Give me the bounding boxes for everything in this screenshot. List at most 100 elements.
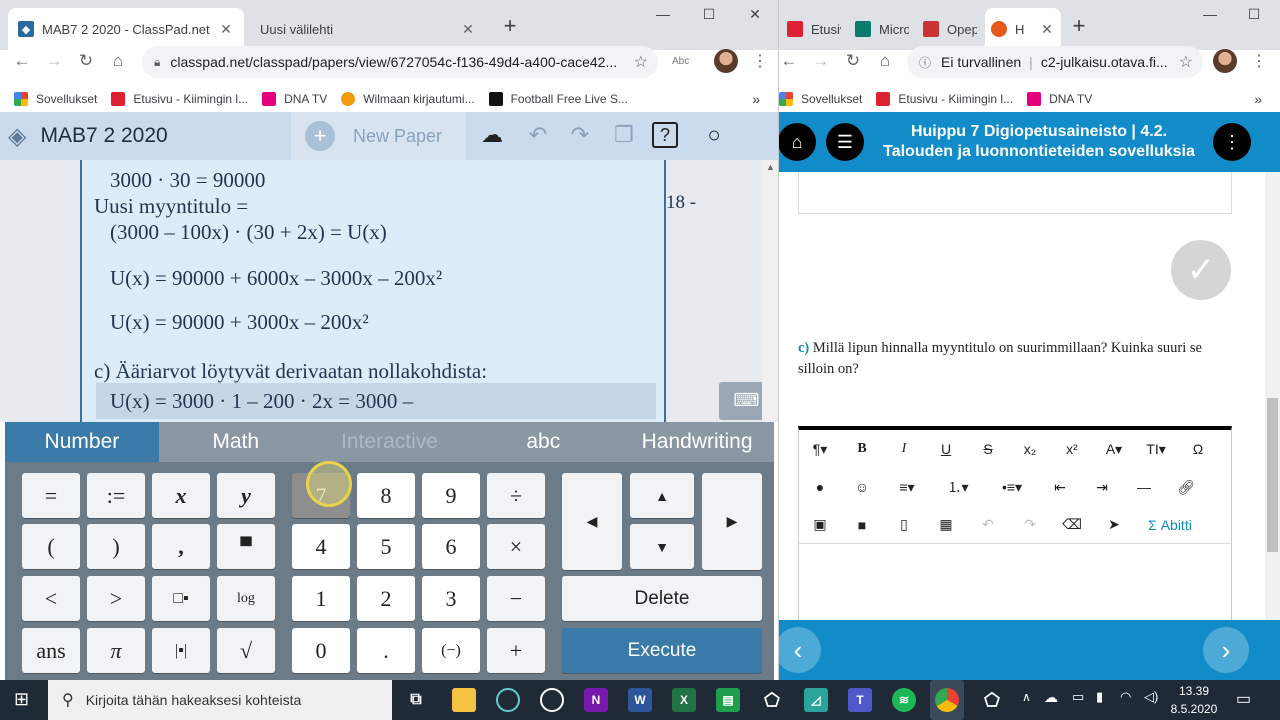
kb-tab-number[interactable]: Number: [5, 422, 159, 462]
tab-new[interactable]: Uusi välilehti ✕: [250, 8, 486, 50]
align-icon[interactable]: ≡▾: [883, 479, 931, 496]
tab-opep[interactable]: Opep: [917, 8, 983, 50]
key-gt[interactable]: >: [87, 576, 145, 621]
previous-answer-box[interactable]: [798, 172, 1232, 214]
image-icon[interactable]: ▣: [799, 516, 841, 533]
strikethrough-icon[interactable]: S: [967, 441, 1009, 457]
taskbar-search[interactable]: ⚲ Kirjoita tähän hakeaksesi kohteista: [48, 680, 392, 720]
geogebra2-icon[interactable]: ⬠: [980, 688, 1004, 712]
superscript-icon[interactable]: x²: [1051, 441, 1093, 457]
delete-button[interactable]: Delete: [562, 576, 762, 621]
task-view-icon[interactable]: ⧉: [404, 688, 428, 712]
key-comma[interactable]: ,: [152, 524, 210, 569]
bookmark-etusivu[interactable]: Etusivu - Kiimingin l...: [111, 91, 248, 106]
cortana-icon[interactable]: [496, 688, 520, 712]
italic-icon[interactable]: I: [883, 441, 925, 457]
bookmark-apps[interactable]: Sovellukset: [779, 91, 862, 106]
network-icon[interactable]: ▭: [1072, 689, 1084, 705]
bookmark-dnatv[interactable]: DNA TV: [262, 91, 327, 106]
geometry-icon[interactable]: ◿: [804, 688, 828, 712]
bookmark-apps[interactable]: Sovellukset: [14, 91, 97, 106]
abitti-button[interactable]: Σ Abitti: [1135, 517, 1205, 533]
key-dot[interactable]: .: [357, 628, 415, 673]
menu-circle-icon[interactable]: ○: [698, 122, 730, 148]
onedrive-icon[interactable]: ☁: [1044, 689, 1058, 706]
key-fraction-icon[interactable]: ▀: [217, 524, 275, 569]
ordered-list-icon[interactable]: ⒈▾: [931, 477, 985, 497]
more-vertical-icon[interactable]: ⋮: [1213, 123, 1251, 161]
text-size-icon[interactable]: TI▾: [1135, 441, 1177, 458]
key-up[interactable]: ▲: [630, 473, 694, 518]
math-sheet[interactable]: 3000 · 30 = 90000 Uusi myyntitulo = (300…: [80, 160, 666, 422]
home-icon[interactable]: ⌂: [869, 51, 901, 71]
tab-etusivu[interactable]: Etusiv: [781, 8, 847, 50]
battery-icon[interactable]: ▮: [1096, 689, 1103, 705]
bullet-list-icon[interactable]: •≡▾: [985, 479, 1039, 496]
layers-icon[interactable]: ◈: [8, 122, 26, 151]
excel-icon[interactable]: X: [672, 688, 696, 712]
key-lparen[interactable]: (: [22, 524, 80, 569]
bold-icon[interactable]: B: [841, 441, 883, 457]
bookmark-star-icon[interactable]: ☆: [634, 52, 648, 72]
close-window-icon[interactable]: ✕: [732, 6, 778, 23]
key-x[interactable]: x: [152, 473, 210, 518]
underline-icon[interactable]: U: [925, 441, 967, 457]
special-char-icon[interactable]: Ω: [1177, 441, 1219, 457]
key-0[interactable]: 0: [292, 628, 350, 673]
address-bar[interactable]: 🔒︎ classpad.net/classpad/papers/view/672…: [142, 46, 658, 78]
key-rparen[interactable]: ): [87, 524, 145, 569]
home-icon[interactable]: ⌂: [779, 123, 816, 161]
new-tab-button[interactable]: +: [496, 13, 524, 39]
key-6[interactable]: 6: [422, 524, 480, 569]
check-icon[interactable]: ✓: [1171, 240, 1231, 300]
copy-icon[interactable]: ❐: [608, 122, 640, 148]
video-icon[interactable]: ■: [841, 517, 883, 533]
indent-icon[interactable]: ⇥: [1081, 479, 1123, 496]
file-explorer-icon[interactable]: [452, 688, 476, 712]
tab-microsoft[interactable]: Micro: [849, 8, 915, 50]
xbox-icon[interactable]: [540, 688, 564, 712]
bookmark-dnatv[interactable]: DNA TV: [1027, 91, 1092, 106]
key-4[interactable]: 4: [292, 524, 350, 569]
key-equals[interactable]: =: [22, 473, 80, 518]
subscript-icon[interactable]: x₂: [1009, 441, 1051, 457]
tab-huippu[interactable]: H ✕: [985, 8, 1061, 50]
help-icon[interactable]: ?: [652, 122, 678, 148]
key-3[interactable]: 3: [422, 576, 480, 621]
tray-chevron-icon[interactable]: ∧: [1022, 690, 1031, 704]
page-scrollbar[interactable]: [1265, 172, 1280, 680]
bookmark-wilma[interactable]: Wilmaan kirjautumi...: [341, 91, 475, 106]
menu-dots-icon[interactable]: ⋮: [752, 51, 768, 71]
key-sqrt[interactable]: √: [217, 628, 275, 673]
minimize-icon[interactable]: —: [640, 6, 686, 22]
taskbar-clock[interactable]: 13.39 8.5.2020: [1168, 682, 1220, 718]
kb-tab-handwriting[interactable]: Handwriting: [620, 422, 774, 462]
tab-classpad[interactable]: ◆ MAB7 2 2020 - ClassPad.net ✕: [8, 8, 244, 50]
volume-icon[interactable]: ◁): [1144, 689, 1158, 705]
table-icon[interactable]: ▦: [925, 516, 967, 533]
key-8[interactable]: 8: [357, 473, 415, 518]
close-tab-icon[interactable]: ✕: [218, 21, 234, 38]
avatar[interactable]: [1213, 49, 1237, 73]
key-left[interactable]: ◀: [562, 473, 622, 570]
key-right[interactable]: ▶: [702, 473, 762, 570]
horizontal-rule-icon[interactable]: —: [1123, 479, 1165, 495]
prev-page-icon[interactable]: ‹: [779, 627, 821, 673]
kb-tab-interactive[interactable]: Interactive: [313, 422, 467, 462]
key-abs-icon[interactable]: |▪|: [152, 628, 210, 673]
eraser-icon[interactable]: ⌫: [1051, 516, 1093, 533]
key-y[interactable]: y: [217, 473, 275, 518]
onenote-icon[interactable]: N: [584, 688, 608, 712]
close-tab-icon[interactable]: ✕: [460, 21, 476, 38]
avatar[interactable]: [714, 49, 738, 73]
key-down[interactable]: ▼: [630, 524, 694, 569]
forward-icon[interactable]: →: [38, 51, 70, 71]
maximize-icon[interactable]: ☐: [686, 6, 732, 23]
translate-icon[interactable]: Abc: [672, 56, 689, 67]
file-icon[interactable]: ▯: [883, 516, 925, 533]
teams-icon[interactable]: T: [848, 688, 872, 712]
maximize-icon[interactable]: ☐: [1231, 6, 1277, 23]
reload-icon[interactable]: ↻: [837, 51, 869, 71]
key-5[interactable]: 5: [357, 524, 415, 569]
key-ans[interactable]: ans: [22, 628, 80, 673]
